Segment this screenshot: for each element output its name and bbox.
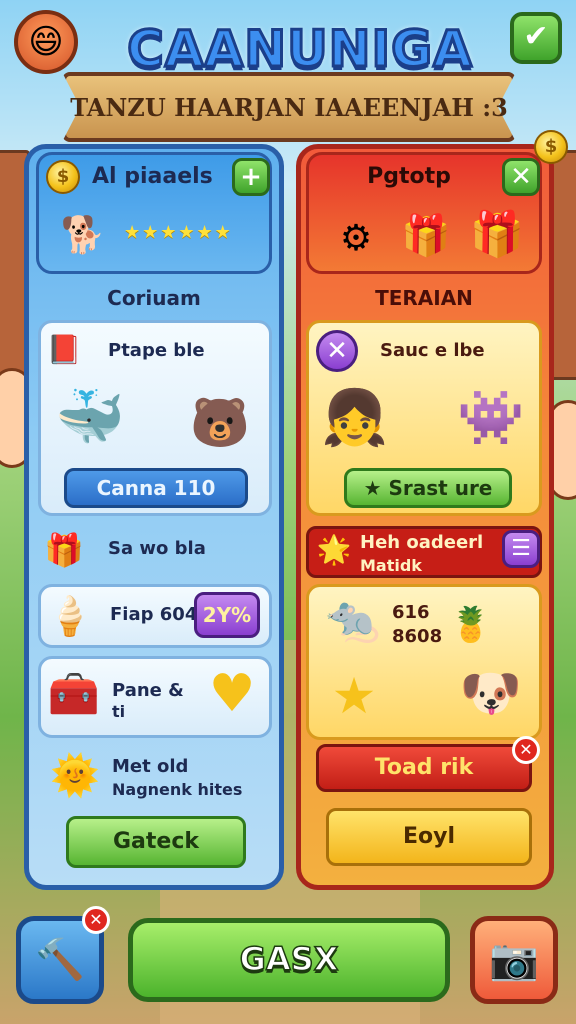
main-action-button[interactable]: GASX bbox=[128, 918, 450, 1002]
coin-icon: $ bbox=[46, 160, 80, 194]
gift-box-icon: 🎁 bbox=[44, 531, 84, 569]
yellow-heart-icon: ♥ bbox=[208, 664, 256, 724]
right-panel-title: Pgtotp bbox=[367, 164, 451, 189]
red-hair-character-icon: 👧 bbox=[321, 386, 389, 449]
blue-creature-icon: 🐳 bbox=[55, 385, 125, 450]
close-button[interactable]: ✕ bbox=[502, 158, 540, 196]
star-icon: ★ bbox=[363, 476, 389, 500]
close-icon: ✕ bbox=[510, 162, 532, 192]
gray-animal-icon: 🐀 bbox=[325, 594, 381, 645]
left-row4-label: Pane & bbox=[112, 680, 184, 701]
right-row2-label: Heh oadeerl bbox=[360, 532, 484, 553]
red-button-close-icon[interactable]: ✕ bbox=[512, 736, 540, 764]
right-button-1-label: Srast ure bbox=[388, 476, 493, 500]
left-panel-title: Al piaaels bbox=[92, 164, 213, 189]
confirm-button[interactable]: ✔ bbox=[510, 12, 562, 64]
book-icon: 📕 bbox=[46, 333, 82, 366]
right-button-1[interactable]: ★ Srast ure bbox=[344, 468, 512, 508]
ribbon-subtitle: TANZU HAARJAN IAAEENJAH :3 bbox=[70, 93, 508, 122]
blue-monster-icon: 👾 bbox=[457, 386, 525, 449]
capybara-icon: 🐻 bbox=[190, 395, 250, 451]
dog-icon: 🐕 bbox=[60, 215, 106, 256]
right-row1-label: Sauc e lbe bbox=[380, 340, 485, 361]
left-row5-label: Met old bbox=[112, 756, 189, 777]
coin-icon-right: $ bbox=[534, 130, 568, 164]
right-row3-value-a: 616 bbox=[392, 602, 430, 623]
pineapple-basket-icon: 🍍 bbox=[449, 605, 493, 645]
gift-icon-2: 🎁 bbox=[469, 209, 525, 260]
left-row2-label: Sa wo bla bbox=[108, 538, 206, 559]
right-row2-button[interactable]: ☰ bbox=[502, 530, 540, 568]
left-row3-badge[interactable]: 2Y% bbox=[194, 592, 260, 638]
camera-icon: 📷 bbox=[489, 937, 539, 983]
right-bottom-button[interactable]: Eoyl bbox=[326, 808, 532, 866]
camera-button[interactable]: 📷 bbox=[470, 916, 558, 1004]
check-icon: ✔ bbox=[523, 19, 549, 54]
left-row3-label: Fiap 604 bbox=[110, 604, 198, 625]
right-close-badge[interactable]: ✕ bbox=[316, 330, 358, 372]
add-button[interactable]: + bbox=[232, 158, 270, 196]
left-row4-sub: ti bbox=[112, 702, 126, 721]
game-title: CAANUNIGA bbox=[126, 19, 474, 80]
avatar-face-icon: 😄 bbox=[28, 22, 64, 62]
right-red-button[interactable]: Toad rik bbox=[316, 744, 532, 792]
treasure-chest-icon: 🧰 bbox=[47, 669, 101, 718]
rating-stars: ★★★★★★ bbox=[124, 222, 233, 243]
right-row2-sub: Matidk bbox=[360, 556, 422, 575]
left-bottom-button[interactable]: Gateck bbox=[66, 816, 246, 868]
shiba-dog-icon: 🐶 bbox=[459, 664, 523, 722]
right-section-label: TERAIAN bbox=[375, 286, 473, 310]
hammer-icon: 🔨 bbox=[35, 937, 85, 983]
player-avatar[interactable]: 😄 bbox=[14, 10, 78, 74]
gold-badge-icon: 🌟 bbox=[316, 533, 352, 566]
left-section-label: Coriuam bbox=[107, 286, 201, 310]
machine-icon: ⚙ bbox=[339, 218, 373, 259]
ice-cream-icon: 🍦 bbox=[46, 594, 94, 638]
gift-icon-1: 🎁 bbox=[401, 213, 451, 259]
right-row3-value-b: 8608 bbox=[392, 626, 443, 647]
plus-icon: + bbox=[240, 162, 262, 192]
left-row1-label: Ptape ble bbox=[108, 340, 205, 361]
left-row5-sub: Nagnenk hites bbox=[112, 780, 243, 799]
hammer-close-icon[interactable]: ✕ bbox=[82, 906, 110, 934]
left-button-1[interactable]: Canna 110 bbox=[64, 468, 248, 508]
sun-creature-icon: 🌞 bbox=[50, 753, 100, 799]
gold-star-icon: ★ bbox=[331, 667, 377, 725]
